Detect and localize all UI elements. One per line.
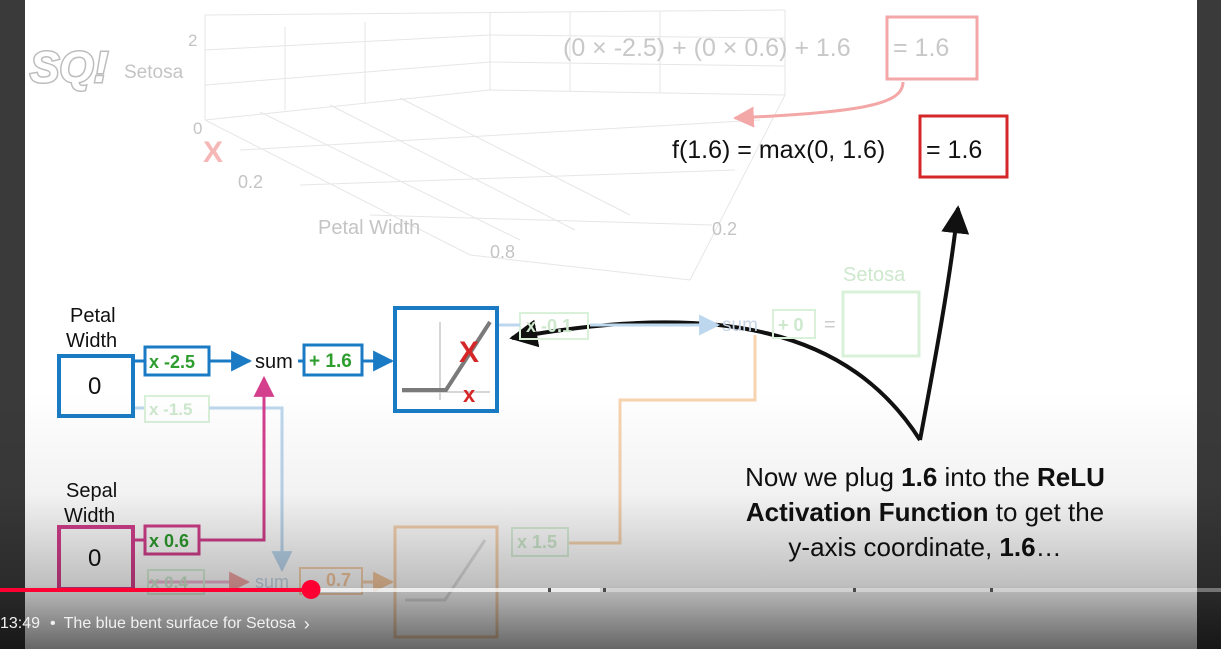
y-tick: 0.2 — [712, 219, 737, 239]
weight-out-bottom: x 1.5 — [517, 532, 557, 552]
bias-bottom: 0.7 — [326, 570, 351, 590]
chapter-title-button[interactable]: The blue bent surface for Setosa › — [64, 615, 310, 633]
chapter-title: The blue bent surface for Setosa — [63, 615, 296, 632]
z-tick-top: 2 — [188, 31, 197, 50]
weight-out-top: x -0.1 — [526, 316, 572, 336]
petal-value: 0 — [88, 373, 101, 400]
axis-label-petal-width: Petal Width — [318, 217, 420, 239]
petal-label-2: Width — [66, 330, 117, 352]
logo-text: SQ! — [30, 43, 108, 92]
caption-line-2: Activation Function to get the — [746, 497, 1104, 527]
out-bias: + 0 — [778, 315, 804, 335]
sum-top-label: sum — [255, 351, 293, 373]
out-equals: = — [824, 314, 836, 336]
current-time: 13:49 — [0, 615, 41, 632]
sepal-value: 0 — [88, 545, 101, 572]
relu-marker-small: x — [463, 382, 476, 407]
faint-arrow-down — [732, 81, 905, 128]
relu-marker-big: X — [459, 336, 479, 369]
caption-line-3: y-axis coordinate, 1.6… — [788, 532, 1061, 562]
chapter-marker — [548, 588, 551, 592]
player-time-row: 13:49 • The blue bent surface for Setosa… — [0, 612, 310, 636]
progress-scrubber-handle[interactable] — [301, 580, 321, 599]
weight-sepal-top: x 0.6 — [149, 531, 189, 551]
petal-label-1: Petal — [70, 305, 116, 327]
plot-setosa-label: Setosa — [124, 62, 184, 83]
z-tick-bottom: 0 — [193, 119, 202, 138]
plot-marker-x: X — [203, 136, 223, 169]
weight-petal-top: x -2.5 — [149, 352, 195, 372]
relu-equation-left: f(1.6) = max(0, 1.6) — [672, 136, 885, 164]
arrow-to-result — [918, 205, 970, 441]
out-sum-label: sum — [722, 315, 758, 336]
weight-petal-bottom: x -1.5 — [149, 400, 192, 419]
x-tick-a: 0.2 — [238, 172, 263, 192]
out-setosa-label: Setosa — [843, 264, 906, 286]
chapter-marker — [853, 588, 856, 592]
chapter-marker — [990, 588, 993, 592]
x-tick-b: 0.8 — [490, 242, 515, 262]
statquest-logo-icon: SQ! — [29, 42, 110, 94]
relu-equation-box-text: = 1.6 — [926, 136, 982, 164]
sepal-label-2: Width — [64, 505, 115, 527]
video-content: 2 0 Setosa 0.2 0.8 0.2 Petal Width X SQ!… — [29, 9, 1105, 639]
equation-top-left: (0 × -2.5) + (0 × 0.6) + 1.6 — [563, 34, 851, 62]
caption-line-1: Now we plug 1.6 into the ReLU — [745, 462, 1105, 492]
chapter-marker — [603, 588, 606, 592]
separator-dot: • — [50, 615, 56, 632]
equation-top-box-text: = 1.6 — [893, 34, 949, 62]
sepal-label-1: Sepal — [66, 480, 117, 502]
out-setosa-box — [841, 290, 921, 358]
relu-box — [393, 306, 499, 413]
progress-played — [0, 588, 311, 592]
bias-top: + 1.6 — [309, 351, 352, 372]
chevron-right-icon: › — [303, 614, 310, 634]
